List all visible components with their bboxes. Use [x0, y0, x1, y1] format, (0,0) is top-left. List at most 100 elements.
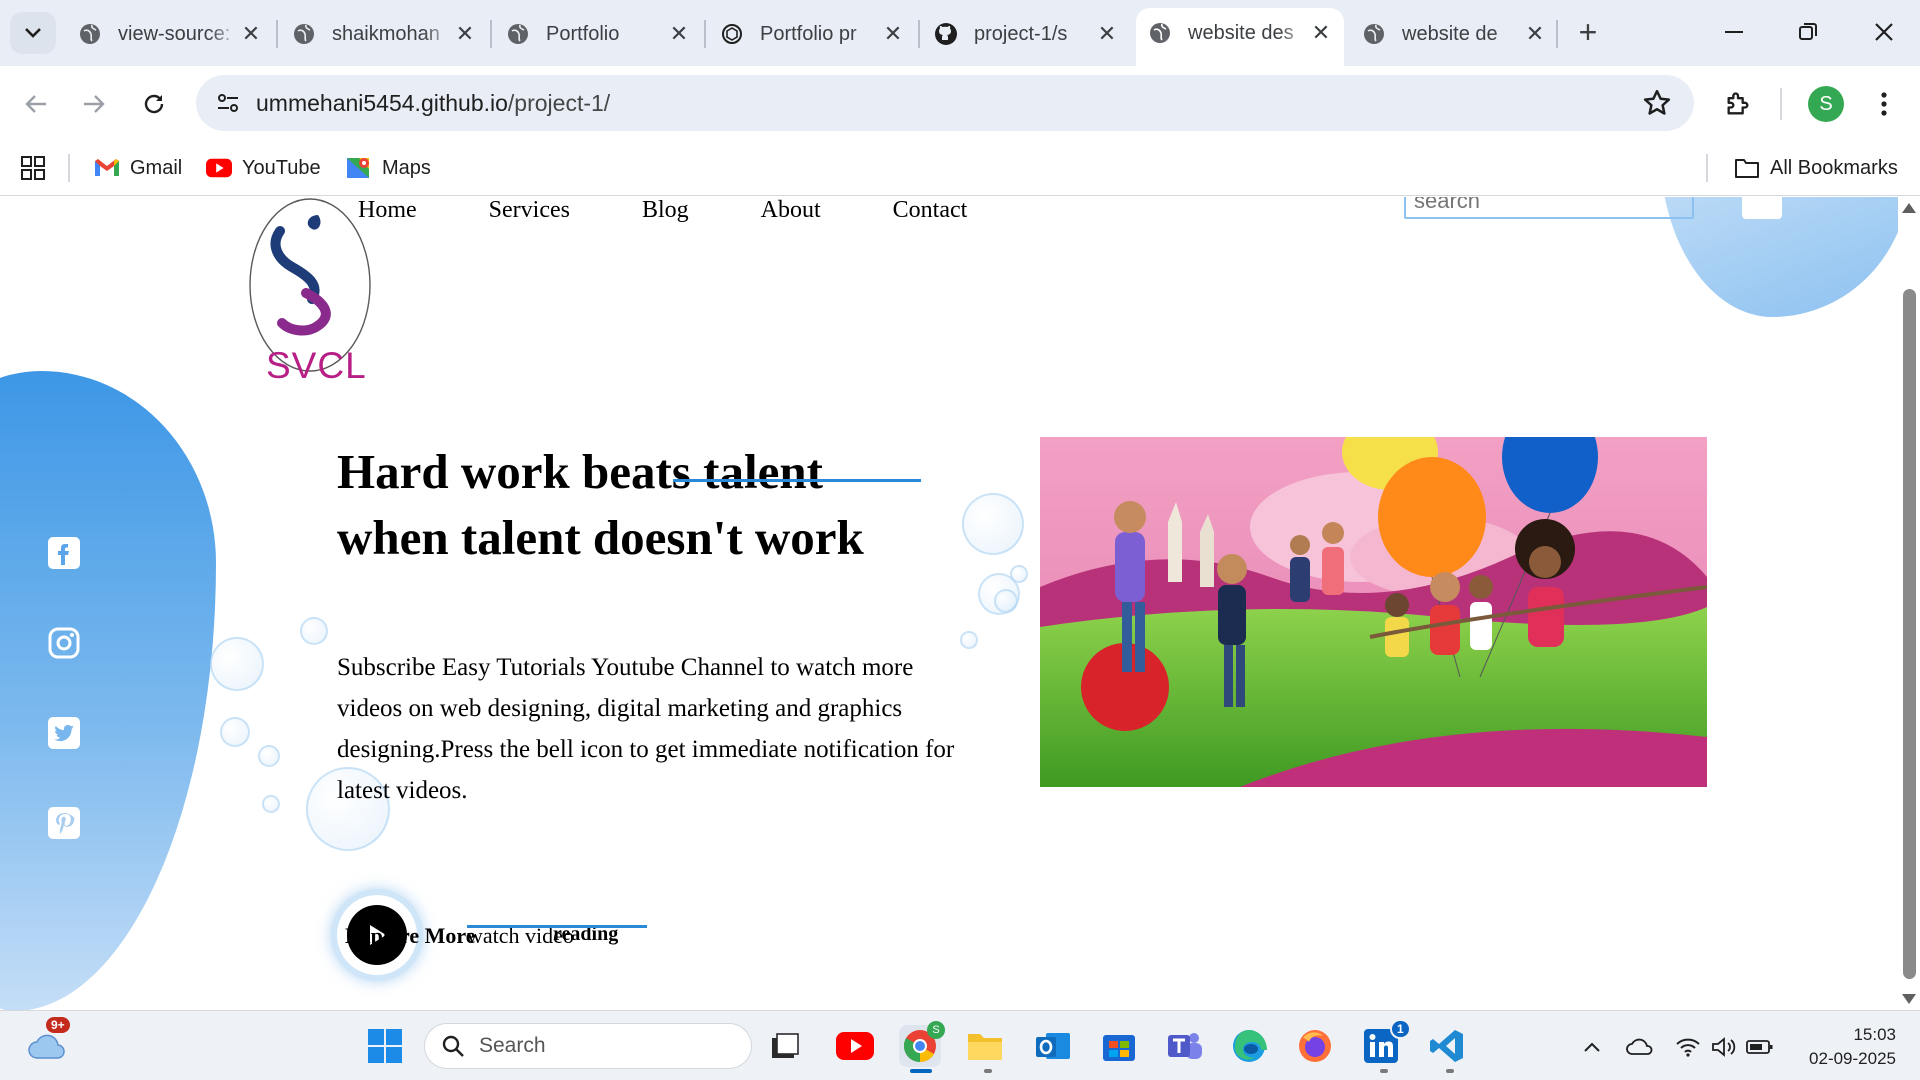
tab-shaikmohan[interactable]: shaikmohan ✕	[280, 10, 488, 58]
bookmark-gmail[interactable]: Gmail	[94, 152, 182, 184]
weather-widget[interactable]: 9+	[26, 1017, 70, 1067]
maps-icon	[346, 155, 372, 181]
tab-project-1[interactable]: project-1/s ✕	[922, 10, 1130, 58]
show-hidden-icons[interactable]	[1578, 1033, 1606, 1061]
instagram-icon[interactable]	[48, 627, 80, 659]
apps-grid-icon	[21, 156, 45, 180]
taskbar-chrome[interactable]: S	[899, 1021, 945, 1067]
close-tab-icon[interactable]: ✕	[240, 21, 262, 46]
explore-more-link[interactable]: Explore More	[345, 923, 476, 949]
cta-group: Explore More watch video reading	[337, 895, 737, 975]
taskbar-store[interactable]	[1098, 1025, 1140, 1067]
nav-contact[interactable]: Contact	[893, 197, 968, 223]
close-tab-icon[interactable]: ✕	[668, 21, 690, 46]
battery-icon[interactable]	[1746, 1033, 1774, 1061]
weather-badge: 9+	[46, 1017, 70, 1033]
taskbar-edge[interactable]	[1228, 1025, 1270, 1067]
system-clock[interactable]: 15:03 02-09-2025	[1796, 1023, 1896, 1071]
taskbar-teams[interactable]	[1164, 1025, 1206, 1067]
youtube-icon	[206, 155, 232, 181]
forward-button[interactable]	[74, 84, 114, 124]
site-search-input[interactable]	[1404, 197, 1694, 219]
pinterest-icon[interactable]	[48, 807, 80, 839]
site-logo[interactable]: SVCL	[246, 197, 376, 397]
nav-blog[interactable]: Blog	[642, 197, 689, 223]
clock-time: 15:03	[1853, 1025, 1896, 1044]
running-indicator	[984, 1069, 992, 1073]
search-icon	[442, 1035, 464, 1057]
tab-portfolio-pr[interactable]: Portfolio pr ✕	[708, 10, 916, 58]
chrome-profile-badge: S	[927, 1021, 945, 1039]
close-tab-icon[interactable]: ✕	[454, 21, 476, 46]
hero-paragraph: Subscribe Easy Tutorials Youtube Channel…	[337, 654, 955, 804]
taskbar-youtube[interactable]	[834, 1025, 876, 1067]
headline-underline	[673, 479, 921, 482]
taskbar-firefox[interactable]	[1294, 1025, 1336, 1067]
forward-arrow-icon	[84, 95, 105, 113]
twitter-icon[interactable]	[48, 717, 80, 749]
chevron-down-icon	[25, 28, 41, 38]
tab-portfolio[interactable]: Portfolio ✕	[494, 10, 702, 58]
tab-website-de[interactable]: website de ✕	[1350, 10, 1558, 58]
close-tab-icon[interactable]: ✕	[1524, 21, 1546, 46]
bookmark-maps[interactable]: Maps	[346, 152, 431, 184]
all-bookmarks-button[interactable]: All Bookmarks	[1734, 152, 1898, 184]
nav-services[interactable]: Services	[489, 197, 570, 223]
restore-button[interactable]	[1790, 14, 1826, 50]
browser-toolbar: ummehani5454.github.io/project-1/ S	[0, 66, 1920, 140]
bookmark-star-icon[interactable]	[1642, 88, 1672, 118]
taskbar-outlook[interactable]	[1032, 1025, 1074, 1067]
globe-icon	[78, 22, 102, 46]
start-button[interactable]	[364, 1025, 406, 1067]
tab-separator	[704, 20, 706, 48]
scroll-up-arrow[interactable]	[1902, 203, 1916, 213]
close-tab-icon[interactable]: ✕	[1310, 20, 1332, 45]
profile-avatar[interactable]: S	[1808, 86, 1844, 122]
facebook-icon[interactable]	[48, 537, 80, 569]
nav-home[interactable]: Home	[358, 197, 417, 223]
taskbar-file-explorer[interactable]	[964, 1025, 1006, 1067]
decorative-bubble	[220, 717, 250, 747]
scroll-thumb[interactable]	[1903, 289, 1916, 979]
taskbar-search[interactable]: Search	[424, 1023, 752, 1069]
onedrive-icon[interactable]	[1626, 1033, 1654, 1061]
edge-icon	[1233, 1030, 1267, 1062]
cta-underline	[467, 925, 647, 928]
taskbar-linkedin[interactable]: 1	[1360, 1019, 1411, 1067]
task-view-button[interactable]	[764, 1025, 806, 1067]
nav-about[interactable]: About	[761, 197, 821, 223]
chatgpt-icon	[720, 22, 744, 46]
headline-line-1: Hard work beats talent	[337, 444, 823, 499]
page-scrollbar[interactable]	[1898, 197, 1920, 1010]
tab-search-button[interactable]	[10, 12, 56, 54]
close-window-button[interactable]	[1866, 14, 1902, 50]
chrome-menu-button[interactable]	[1864, 84, 1904, 124]
site-info-icon[interactable]	[212, 87, 244, 119]
tab-view-source[interactable]: view-source: ✕	[66, 10, 274, 58]
decorative-bubble	[1010, 565, 1028, 583]
close-tab-icon[interactable]: ✕	[1096, 21, 1118, 46]
extensions-button[interactable]	[1718, 84, 1758, 124]
site-search-button[interactable]	[1742, 197, 1782, 219]
gmail-icon	[94, 155, 120, 181]
taskbar-vscode[interactable]	[1426, 1025, 1468, 1067]
minimize-button[interactable]	[1716, 14, 1752, 50]
volume-icon[interactable]	[1710, 1033, 1738, 1061]
tab-website-design-active[interactable]: website des ✕	[1136, 8, 1344, 66]
back-button[interactable]	[16, 84, 56, 124]
wifi-icon[interactable]	[1674, 1033, 1702, 1061]
new-tab-button[interactable]: +	[1570, 14, 1606, 50]
close-tab-icon[interactable]: ✕	[882, 21, 904, 46]
teams-icon	[1168, 1033, 1202, 1059]
bookmark-divider	[1706, 154, 1708, 182]
decorative-blob-left	[0, 371, 216, 1010]
running-indicator	[1380, 1069, 1388, 1073]
url-text[interactable]: ummehani5454.github.io/project-1/	[256, 90, 610, 117]
bookmark-youtube[interactable]: YouTube	[206, 152, 321, 184]
apps-button[interactable]	[20, 152, 46, 184]
reload-button[interactable]	[134, 84, 174, 124]
address-bar[interactable]: ummehani5454.github.io/project-1/	[196, 75, 1694, 131]
decorative-bubble	[262, 795, 280, 813]
scroll-down-arrow[interactable]	[1902, 994, 1916, 1004]
decorative-bubble	[960, 631, 978, 649]
